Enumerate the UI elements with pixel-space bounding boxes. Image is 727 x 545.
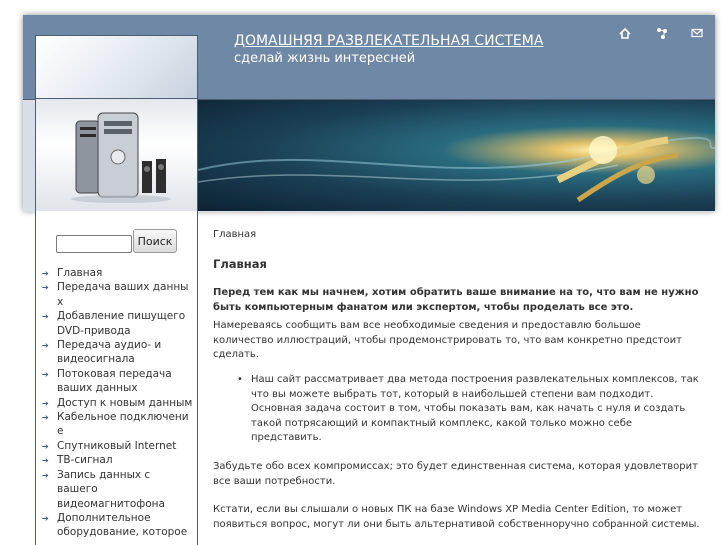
arrow-bullet-icon: ➔ xyxy=(42,441,49,451)
sidebar-item-cable[interactable]: ➔ Кабельное подключени е xyxy=(42,410,194,439)
home-icon[interactable] xyxy=(618,26,632,40)
sidebar-item-label: ТВ-сигнал xyxy=(57,454,113,467)
compromise-paragraph: Забудьте обо всех компромиссах; это буде… xyxy=(213,460,698,487)
bullet-item: • Наш сайт рассматривает два метода постр… xyxy=(237,373,703,446)
sidebar-item-extra-hardware[interactable]: ➔ Дополнительное оборудование, которое xyxy=(42,511,194,540)
sidebar-item-data-transfer[interactable]: ➔ Передача ваших данны х xyxy=(42,280,194,309)
sitemap-icon[interactable] xyxy=(655,26,669,40)
main-content: Главная Главная Перед тем как мы начнем,… xyxy=(213,228,703,532)
site-subtitle: сделай жизнь интересней xyxy=(234,51,416,66)
sidebar-item-av-signal[interactable]: ➔ Передача аудио- и видеосигнала xyxy=(42,338,194,367)
bullet-text: Наш сайт рассматривает два метода постро… xyxy=(251,373,699,444)
site-title[interactable]: ДОМАШНЯЯ РАЗВЛЕКАТЕЛЬНАЯ СИСТЕМА xyxy=(234,33,543,49)
sidebar-item-label: Главная xyxy=(57,267,103,279)
arrow-bullet-icon: ➔ xyxy=(42,283,49,293)
arrow-bullet-icon: ➔ xyxy=(42,413,49,423)
sidebar-item-vcr-recording[interactable]: ➔ Запись данных с вашего видеомагнитофона xyxy=(42,468,194,511)
sidebar-item-label: Дополнительное оборудование, которое xyxy=(57,511,188,539)
sidebar-item-tv-signal[interactable]: ➔ ТВ-сигнал xyxy=(42,453,194,467)
mail-icon[interactable] xyxy=(690,26,704,40)
arrow-bullet-icon: ➔ xyxy=(42,312,49,322)
search-button[interactable]: Поиск xyxy=(133,229,177,253)
arrow-bullet-icon: ➔ xyxy=(42,369,49,379)
arrow-bullet-icon: ➔ xyxy=(42,341,49,351)
sidebar-item-label: Спутниковый Internet xyxy=(57,439,177,452)
sidebar-item-new-data-access[interactable]: ➔ Доступ к новым данным xyxy=(42,396,194,410)
sidebar-item-label: Передача аудио- и видеосигнала xyxy=(57,339,162,366)
arrow-bullet-icon: ➔ xyxy=(42,513,49,523)
cable-banner-image xyxy=(198,100,715,211)
sidebar-item-home[interactable]: ➔ Главная xyxy=(42,266,194,280)
header-logo-box xyxy=(35,35,198,99)
sidebar-item-label: Добавление пишущего DVD-привода xyxy=(57,310,186,337)
computer-image xyxy=(35,99,198,211)
sidebar-item-satellite-internet[interactable]: ➔ Спутниковый Internet xyxy=(42,439,194,453)
sidebar-item-label: Кабельное подключени е xyxy=(57,411,189,438)
arrow-bullet-icon: ➔ xyxy=(42,269,49,278)
bullet-dot-icon: • xyxy=(237,373,243,385)
lead-paragraph: Перед тем как мы начнем, хотим обратить … xyxy=(213,287,699,314)
sidebar-item-label: Потоковая передача ваших данных xyxy=(57,367,172,395)
sidebar-menu: ➔ Главная ➔ Передача ваших данны х ➔ Добавл… xyxy=(42,266,194,540)
breadcrumb[interactable]: Главная xyxy=(213,228,703,243)
arrow-bullet-icon: ➔ xyxy=(42,456,49,466)
arrow-bullet-icon: ➔ xyxy=(42,470,49,480)
search-input[interactable] xyxy=(56,235,132,253)
sidebar-item-label: Запись данных с вашего видеомагнитофона xyxy=(57,468,165,510)
arrow-bullet-icon: ➔ xyxy=(42,398,49,408)
sidebar-item-dvd-writer[interactable]: ➔ Добавление пишущего DVD-привода xyxy=(42,309,194,338)
sidebar-item-streaming[interactable]: ➔ Потоковая передача ваших данных xyxy=(42,367,194,396)
media-center-paragraph: Кстати, если вы слышали о новых ПК на ба… xyxy=(213,504,700,530)
page-title: Главная xyxy=(213,256,267,271)
sidebar-item-label: Доступ к новым данным xyxy=(57,396,193,409)
sidebar-item-label: Передача ваших данны х xyxy=(57,281,189,308)
intro-paragraph: Намереваясь сообщить вам все необходимые… xyxy=(213,320,682,361)
